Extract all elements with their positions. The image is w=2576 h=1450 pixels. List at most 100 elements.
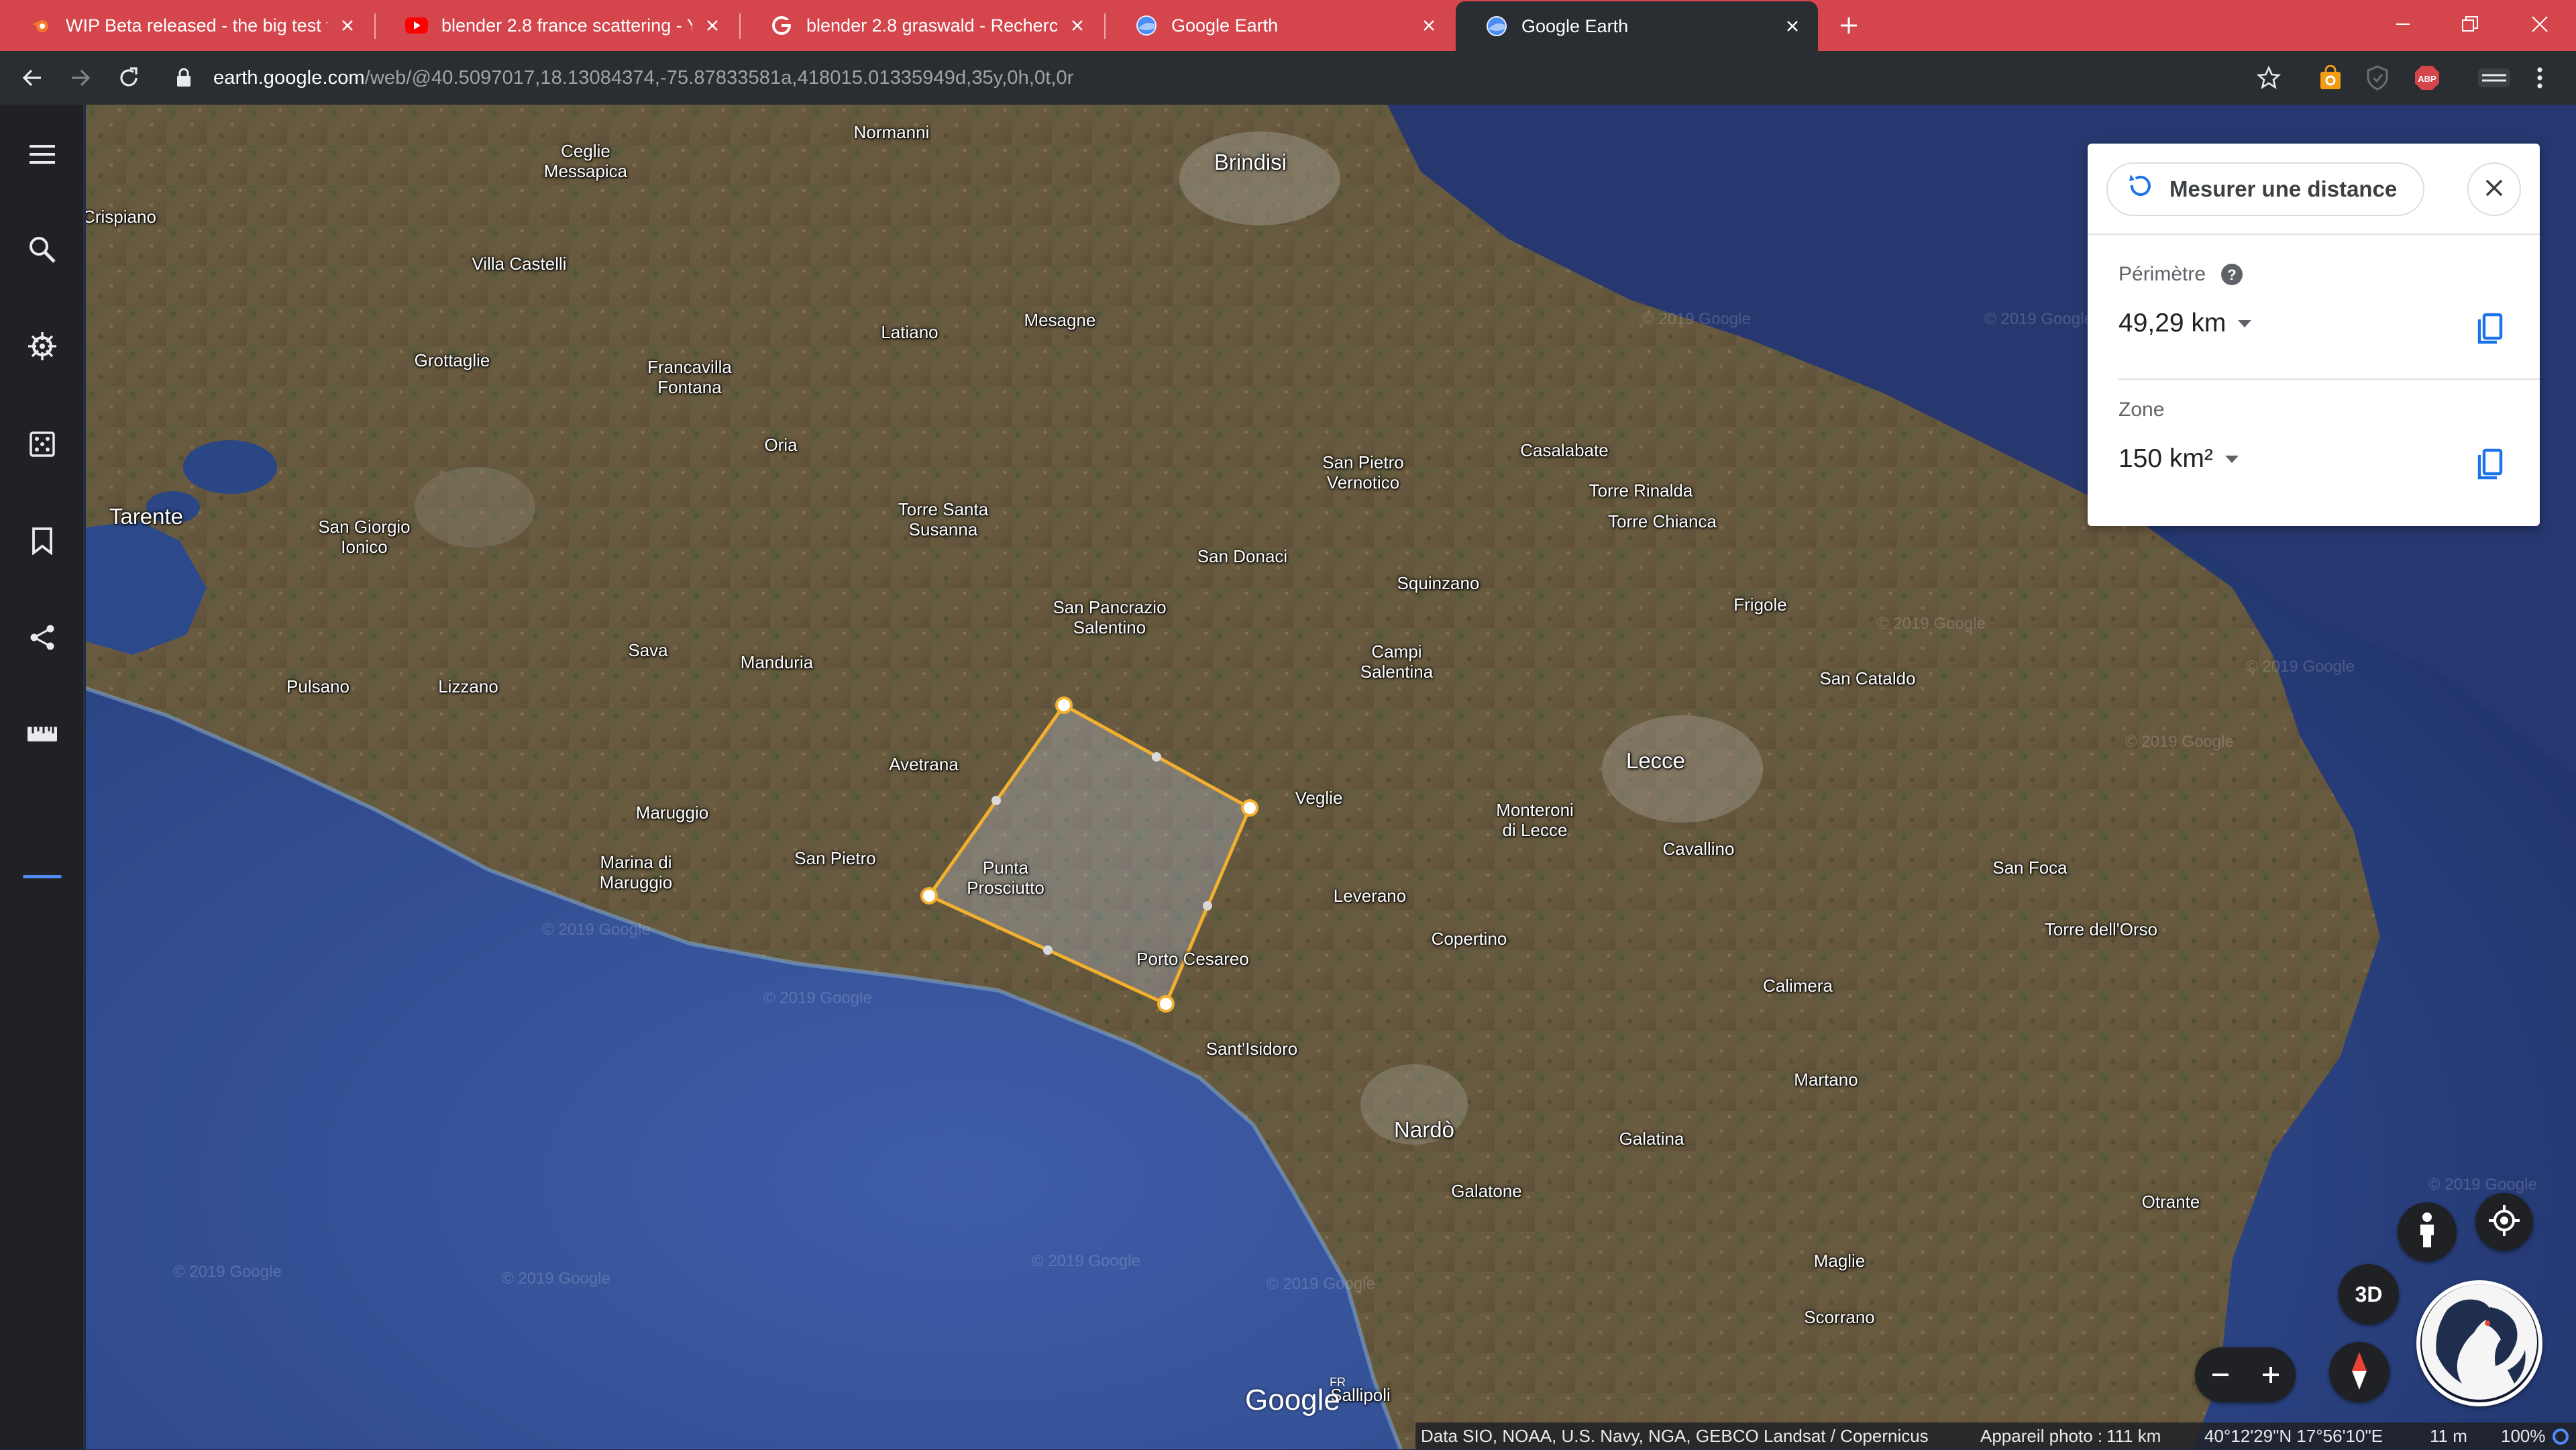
minimize-button[interactable] [2369, 0, 2436, 48]
place-label: Maruggio [635, 802, 709, 823]
adblock-label: ABP [2418, 74, 2436, 84]
data-attribution[interactable]: Data SIO, NOAA, U.S. Navy, NGA, GEBCO La… [1421, 1426, 1929, 1447]
zoom-in-button[interactable] [2245, 1347, 2296, 1402]
crosshair-icon [2487, 1204, 2521, 1241]
close-icon [2483, 177, 2505, 202]
pegman-icon [2414, 1211, 2440, 1253]
polygon-vertex[interactable] [1055, 696, 1073, 714]
place-label: Crispiano [86, 207, 156, 227]
browser-tab[interactable]: blender 2.8 graswald - Recherche [741, 0, 1103, 51]
place-label: Martano [1794, 1070, 1858, 1090]
menu-icon[interactable] [21, 133, 64, 176]
street-view-button[interactable] [2398, 1202, 2457, 1261]
place-label: Cavallino [1662, 839, 1735, 859]
browser-tab[interactable]: Google Earth [1106, 0, 1454, 51]
loading-spinner-icon [2552, 1428, 2569, 1450]
bookmark-icon[interactable] [21, 519, 64, 562]
polygon-vertex[interactable] [1157, 995, 1175, 1013]
youtube-icon [405, 14, 428, 37]
measure-reset-button[interactable]: Mesurer une distance [2106, 162, 2424, 216]
browser-tab-strip: WIP Beta released - the big test f blend… [0, 0, 2576, 51]
camera-distance: 111 km [2106, 1426, 2161, 1446]
globe-overview[interactable] [2416, 1280, 2542, 1406]
perimeter-value: 49,29 km [2118, 309, 2226, 338]
place-label: Normanni [853, 122, 930, 142]
imagery-watermark: © 2019 Google [763, 989, 872, 1007]
new-tab-button[interactable] [1830, 8, 1868, 43]
browser-tab[interactable]: blender 2.8 france scattering - Yo [376, 0, 738, 51]
browser-tab[interactable]: WIP Beta released - the big test f [0, 0, 373, 51]
google-logo: Google [1245, 1384, 1340, 1416]
more-vertical-icon[interactable] [2526, 62, 2553, 94]
polygon-vertex[interactable] [1241, 799, 1258, 817]
place-label: Grottaglie [414, 350, 490, 370]
close-icon[interactable] [1064, 12, 1091, 39]
close-icon[interactable] [334, 12, 361, 39]
imagery-watermark: © 2019 Google [2428, 1176, 2537, 1194]
place-label: Veglie [1295, 788, 1343, 808]
close-measure-button[interactable] [2467, 162, 2521, 216]
status-bar: Data SIO, NOAA, U.S. Navy, NGA, GEBCO La… [1415, 1422, 2576, 1449]
place-label: Campi Salentina [1360, 641, 1434, 682]
place-label: Torre Rinalda [1589, 480, 1693, 501]
place-label: Torre Chianca [1608, 511, 1717, 531]
back-button[interactable] [12, 58, 52, 98]
place-label: San Pietro Vernotico [1322, 452, 1404, 493]
lock-icon[interactable] [170, 58, 197, 98]
place-label: Squinzano [1397, 573, 1480, 593]
compass-button[interactable] [2329, 1342, 2390, 1402]
star-icon[interactable] [2253, 62, 2285, 94]
restore-button[interactable] [2436, 0, 2504, 48]
minus-icon [2212, 1374, 2229, 1376]
area-unit-dropdown[interactable]: 150 km² [2118, 444, 2239, 474]
forward-button[interactable] [60, 58, 101, 98]
copy-icon [2474, 313, 2504, 351]
place-label: Avetrana [889, 754, 959, 774]
polygon-vertex[interactable] [920, 887, 938, 904]
shopping-bag-icon[interactable] [2314, 62, 2347, 94]
search-icon[interactable] [21, 228, 64, 271]
imagery-watermark: © 2019 Google [2246, 658, 2355, 676]
window-close-button[interactable] [2506, 0, 2573, 48]
place-label: San Donaci [1197, 546, 1288, 566]
my-location-button[interactable] [2475, 1193, 2533, 1251]
toggle-3d-button[interactable]: 3D [2339, 1264, 2399, 1325]
place-label: Maglie [1813, 1251, 1866, 1271]
help-icon[interactable]: ? [2220, 263, 2243, 286]
place-label: Francavilla Fontana [647, 357, 732, 397]
place-label: Tarente [109, 504, 184, 529]
polygon-midpoint[interactable] [1152, 752, 1161, 762]
address-bar-input[interactable]: earth.google.com/web/@40.5097017,18.1308… [213, 51, 1074, 105]
copy-area-button[interactable] [2467, 446, 2510, 488]
url-host: earth.google.com [213, 67, 365, 89]
imagery-watermark: © 2019 Google [542, 921, 651, 939]
share-icon[interactable] [21, 616, 64, 659]
elevation-readout: 11 m [2430, 1426, 2467, 1446]
place-label: Porto Cesareo [1136, 949, 1249, 969]
undo-icon [2125, 172, 2155, 207]
zoom-out-button[interactable] [2195, 1347, 2245, 1402]
close-icon[interactable] [1415, 12, 1442, 39]
profile-icon[interactable] [2475, 62, 2513, 94]
perimeter-label: Périmètre [2118, 263, 2206, 285]
copy-perimeter-button[interactable] [2467, 310, 2510, 353]
adblock-plus-icon[interactable]: ABP [2411, 62, 2443, 94]
polygon-midpoint[interactable] [1043, 945, 1053, 955]
place-label: Monteroni di Lecce [1496, 800, 1574, 840]
voyager-helm-icon[interactable] [21, 325, 64, 368]
reload-button[interactable] [109, 58, 149, 98]
perimeter-unit-dropdown[interactable]: 49,29 km [2118, 309, 2252, 338]
close-icon[interactable] [1779, 13, 1806, 40]
polygon-midpoint[interactable] [1203, 901, 1212, 911]
feeling-lucky-dice-icon[interactable] [21, 423, 64, 466]
close-icon[interactable] [699, 12, 726, 39]
polygon-midpoint[interactable] [991, 796, 1001, 805]
browser-tab-active[interactable]: Google Earth [1456, 1, 1818, 51]
shield-icon[interactable] [2361, 62, 2394, 94]
area-label-row: Zone [2118, 399, 2164, 421]
ruler-icon[interactable] [21, 713, 64, 756]
place-label: Sava [628, 640, 668, 660]
place-label: Nardò [1394, 1117, 1454, 1142]
place-label: Casalabate [1520, 440, 1609, 460]
dropdown-caret-icon [2238, 319, 2252, 327]
